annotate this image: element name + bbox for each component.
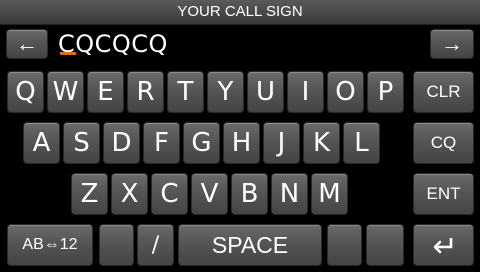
- cursor-right-button[interactable]: →: [430, 29, 474, 59]
- back-button[interactable]: [413, 224, 474, 266]
- key-r[interactable]: R: [127, 71, 164, 113]
- text-cursor: [60, 52, 76, 55]
- blank-key-right-1[interactable]: [327, 224, 362, 266]
- key-w[interactable]: W: [47, 71, 84, 113]
- key-o[interactable]: O: [327, 71, 364, 113]
- left-arrow-icon: ←: [16, 31, 38, 56]
- key-slash[interactable]: /: [137, 224, 174, 266]
- entry-bar: ← CQCQCQ →: [0, 25, 480, 63]
- return-arrow-icon: [433, 238, 452, 254]
- key-c[interactable]: C: [151, 173, 188, 215]
- key-e[interactable]: E: [87, 71, 124, 113]
- key-t[interactable]: T: [167, 71, 204, 113]
- key-b[interactable]: B: [231, 173, 268, 215]
- key-m[interactable]: M: [311, 173, 348, 215]
- right-arrow-icon: →: [441, 31, 463, 56]
- cq-button[interactable]: CQ: [413, 122, 474, 164]
- space-button[interactable]: SPACE: [178, 224, 322, 266]
- key-q[interactable]: Q: [7, 71, 44, 113]
- key-i[interactable]: I: [287, 71, 324, 113]
- key-x[interactable]: X: [111, 173, 148, 215]
- key-j[interactable]: J: [263, 122, 300, 164]
- key-p[interactable]: P: [367, 71, 404, 113]
- key-h[interactable]: H: [223, 122, 260, 164]
- key-n[interactable]: N: [271, 173, 308, 215]
- clear-button[interactable]: CLR: [413, 71, 474, 113]
- blank-key-right-2[interactable]: [366, 224, 404, 266]
- key-g[interactable]: G: [183, 122, 220, 164]
- key-y[interactable]: Y: [207, 71, 244, 113]
- enter-button[interactable]: ENT: [413, 173, 474, 215]
- key-l[interactable]: L: [343, 122, 380, 164]
- key-s[interactable]: S: [63, 122, 100, 164]
- key-k[interactable]: K: [303, 122, 340, 164]
- key-a[interactable]: A: [23, 122, 60, 164]
- title-bar: YOUR CALL SIGN: [0, 0, 480, 25]
- mode-toggle-button[interactable]: AB⇔12: [7, 224, 93, 266]
- cursor-left-button[interactable]: ←: [6, 29, 48, 59]
- blank-key-left[interactable]: [99, 224, 134, 266]
- key-d[interactable]: D: [103, 122, 140, 164]
- page-title: YOUR CALL SIGN: [177, 3, 303, 20]
- key-z[interactable]: Z: [71, 173, 108, 215]
- key-v[interactable]: V: [191, 173, 228, 215]
- key-f[interactable]: F: [143, 122, 180, 164]
- key-u[interactable]: U: [247, 71, 284, 113]
